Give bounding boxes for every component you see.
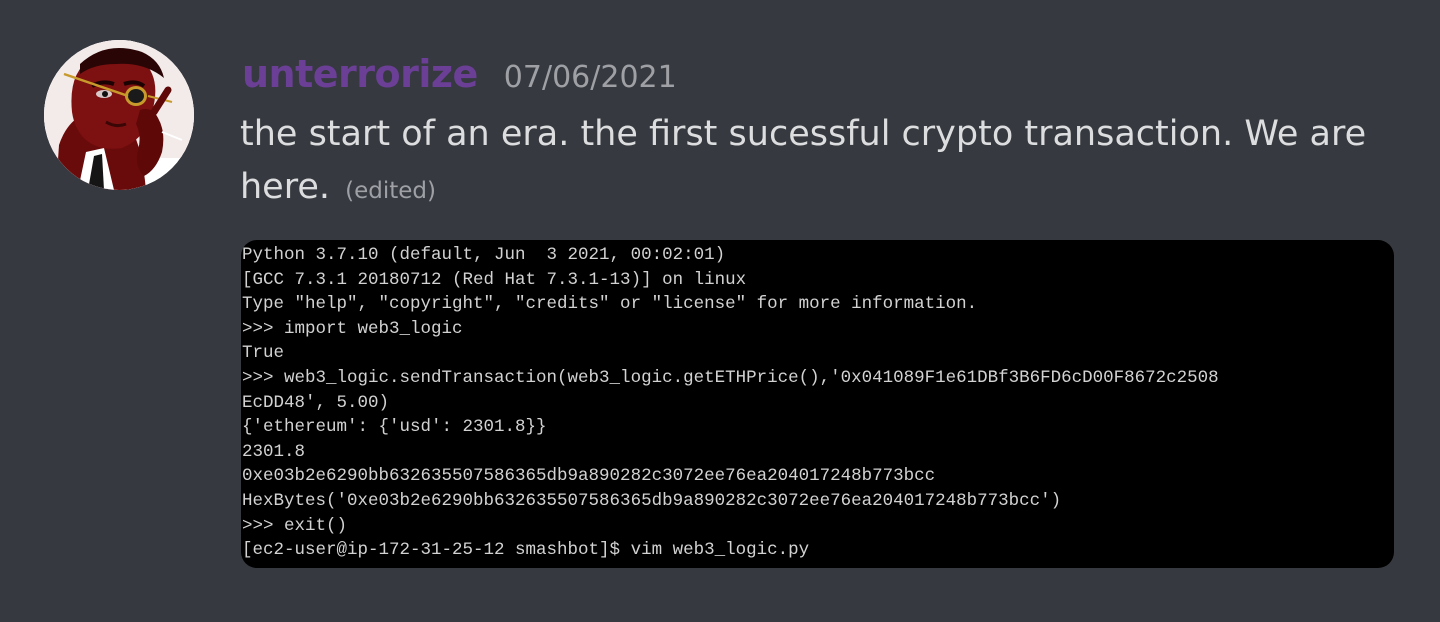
terminal-line: EcDD48', 5.00): [242, 392, 390, 413]
avatar-image: [44, 40, 194, 190]
message-content: the start of an era. the first sucessful…: [240, 108, 1390, 218]
terminal-line: 2301.8: [242, 441, 306, 462]
user-avatar[interactable]: [44, 40, 194, 190]
terminal-line: {'ethereum': {'usd': 2301.8}}: [242, 417, 547, 438]
terminal-line: [ec2-user@ip-172-31-25-12 smashbot]$ vim…: [242, 540, 810, 561]
message-text-line: the start of an era. the first sucessful…: [240, 114, 1367, 154]
terminal-line: HexBytes('0xe03b2e6290bb632635507586365d…: [242, 490, 1062, 511]
terminal-line: Python 3.7.10 (default, Jun 3 2021, 00:0…: [242, 245, 726, 265]
terminal-line: True: [242, 343, 285, 364]
terminal-line: [GCC 7.3.1 20180712 (Red Hat 7.3.1-13)] …: [242, 269, 747, 290]
message-text-fragment: here.: [240, 167, 330, 207]
terminal-line: 0xe03b2e6290bb632635507586365db9a890282c…: [242, 466, 936, 487]
username[interactable]: unterrorize: [242, 52, 478, 96]
terminal-line: Type "help", "copyright", "credits" or "…: [242, 294, 978, 315]
message-text-line: here. (edited): [240, 161, 1390, 218]
terminal-line: >>> import web3_logic: [242, 318, 463, 339]
cropped-text-fragment: . . . , ]: [241, 240, 619, 242]
timestamp[interactable]: 07/06/2021: [504, 60, 677, 95]
edited-label[interactable]: (edited): [345, 178, 436, 204]
terminal-line: >>> web3_logic.sendTransaction(web3_logi…: [242, 367, 1219, 388]
terminal-line: >>> exit(): [242, 515, 348, 536]
terminal-output: Python 3.7.10 (default, Jun 3 2021, 00:0…: [242, 243, 1219, 563]
image-attachment[interactable]: . . . , ] Python 3.7.10 (default, Jun 3 …: [241, 240, 1394, 568]
chat-message: unterrorize 07/06/2021 the start of an er…: [0, 0, 1440, 622]
message-header: unterrorize 07/06/2021: [242, 52, 677, 102]
